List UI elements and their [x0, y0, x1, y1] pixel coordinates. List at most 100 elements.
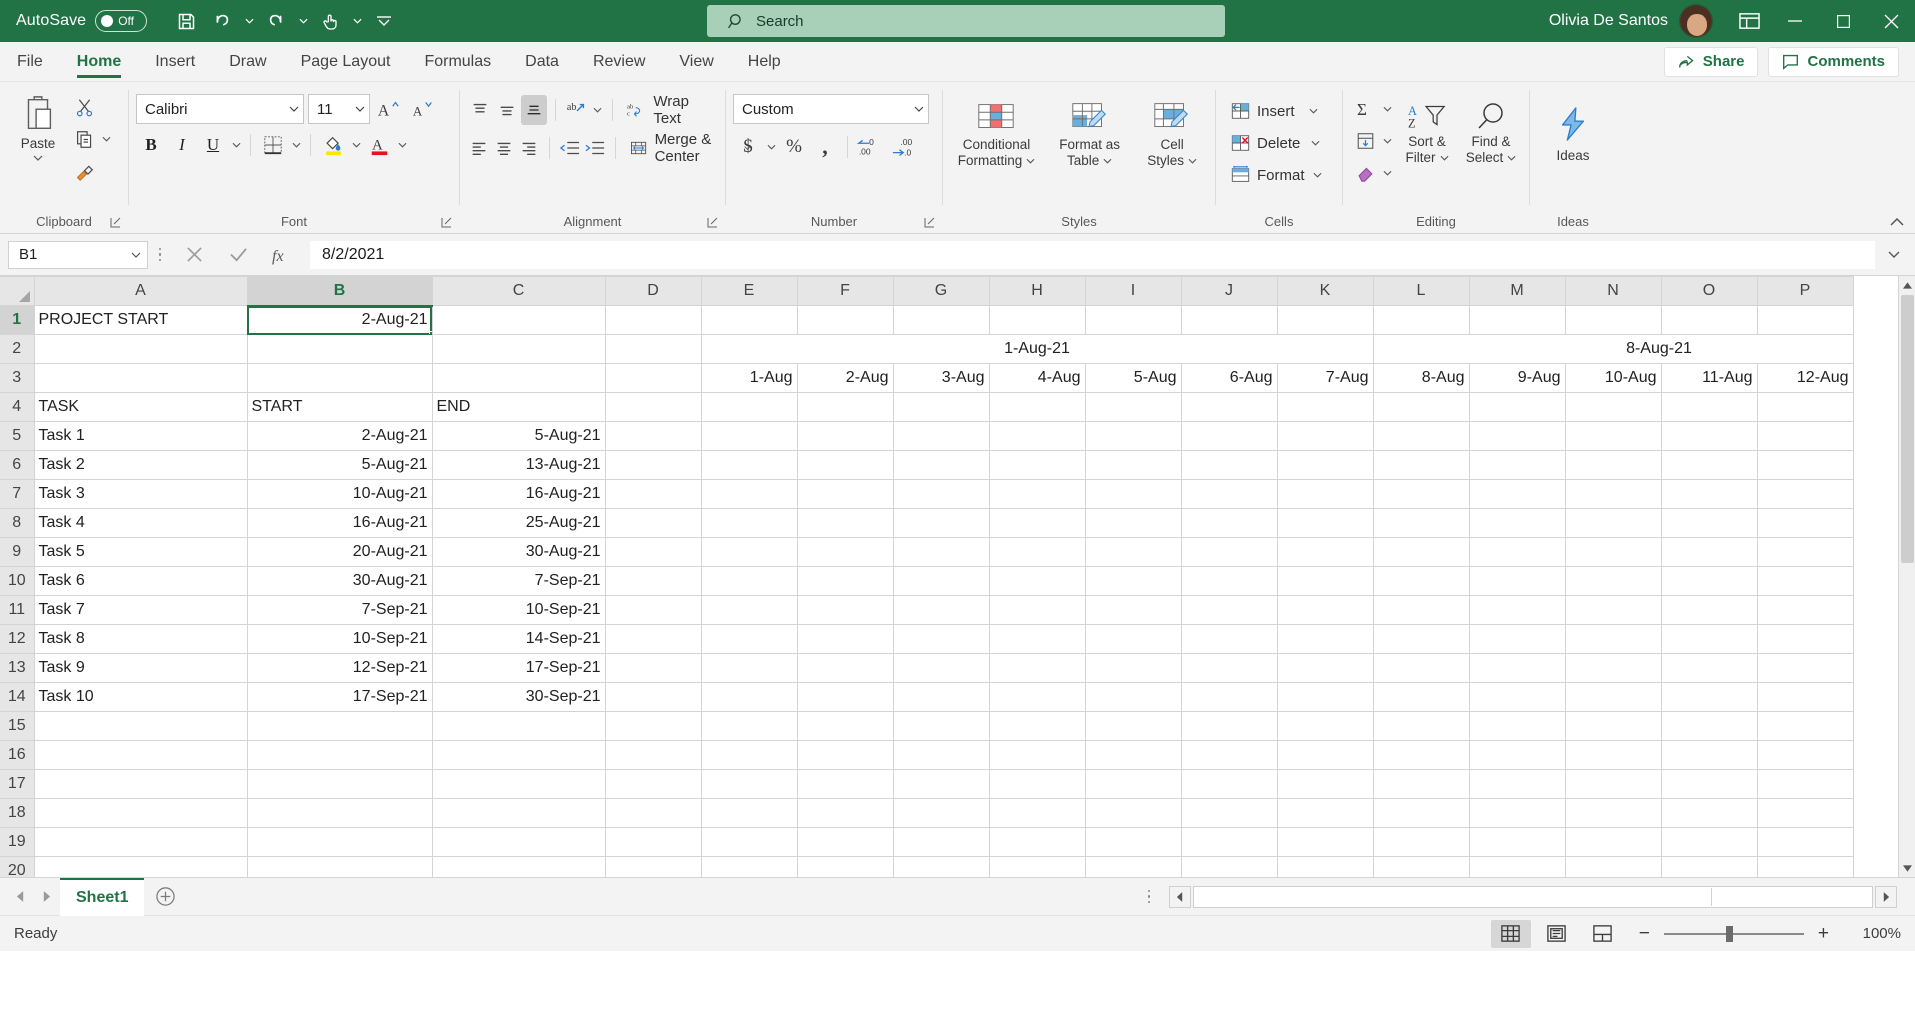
zoom-level[interactable]: 100%	[1845, 925, 1901, 942]
undo-dropdown-icon[interactable]	[241, 6, 257, 36]
select-all-corner[interactable]	[0, 276, 35, 306]
row-header-12[interactable]: 12	[0, 624, 35, 654]
cell-D12[interactable]	[605, 624, 702, 654]
cell-G4[interactable]	[893, 392, 990, 422]
cell-J17[interactable]	[1181, 769, 1278, 799]
cell-M19[interactable]	[1469, 827, 1566, 857]
avatar[interactable]	[1679, 4, 1713, 38]
cell-E3[interactable]: 1-Aug	[701, 363, 798, 393]
cell-K9[interactable]	[1277, 537, 1374, 567]
conditional-formatting-button[interactable]: Conditional Formatting	[950, 96, 1043, 169]
italic-button[interactable]: I	[167, 130, 197, 160]
cell-B2[interactable]	[247, 334, 433, 364]
cell-G15[interactable]	[893, 711, 990, 741]
cell-K18[interactable]	[1277, 798, 1374, 828]
cell-L14[interactable]	[1373, 682, 1470, 712]
cell-E18[interactable]	[701, 798, 798, 828]
cell-P1[interactable]	[1757, 305, 1854, 335]
zoom-slider[interactable]: − +	[1635, 923, 1833, 945]
cell-H9[interactable]	[989, 537, 1086, 567]
vertical-scrollbar[interactable]	[1898, 276, 1915, 877]
cell-O3[interactable]: 11-Aug	[1661, 363, 1758, 393]
fill-dropdown-icon[interactable]	[1380, 138, 1394, 144]
scroll-left-arrow-icon[interactable]	[1169, 885, 1191, 908]
row-header-13[interactable]: 13	[0, 653, 35, 683]
cell-I4[interactable]	[1085, 392, 1182, 422]
cell-B7[interactable]: 10-Aug-21	[247, 479, 433, 509]
row-header-2[interactable]: 2	[0, 334, 35, 364]
cell-N6[interactable]	[1565, 450, 1662, 480]
cell-B13[interactable]: 12-Sep-21	[247, 653, 433, 683]
cell-E17[interactable]	[701, 769, 798, 799]
cell-M13[interactable]	[1469, 653, 1566, 683]
row-header-19[interactable]: 19	[0, 827, 35, 857]
cell-K7[interactable]	[1277, 479, 1374, 509]
page-break-view-button[interactable]	[1583, 920, 1623, 948]
cell-N11[interactable]	[1565, 595, 1662, 625]
align-bottom-button[interactable]	[521, 95, 548, 125]
cell-N20[interactable]	[1565, 856, 1662, 877]
cell-G13[interactable]	[893, 653, 990, 683]
user-account[interactable]: Olivia De Santos	[1549, 4, 1713, 38]
row-header-7[interactable]: 7	[0, 479, 35, 509]
format-cells-button[interactable]: Format	[1223, 160, 1329, 190]
scroll-right-arrow-icon[interactable]	[1875, 885, 1897, 908]
cell-G8[interactable]	[893, 508, 990, 538]
cell-L13[interactable]	[1373, 653, 1470, 683]
cell-A1[interactable]: PROJECT START	[34, 305, 248, 335]
column-header-M[interactable]: M	[1469, 276, 1566, 306]
cell-M18[interactable]	[1469, 798, 1566, 828]
tab-draw[interactable]: Draw	[212, 42, 283, 81]
cell-M10[interactable]	[1469, 566, 1566, 596]
cell-P8[interactable]	[1757, 508, 1854, 538]
cell-F15[interactable]	[797, 711, 894, 741]
paste-button[interactable]: Paste	[7, 90, 69, 162]
cell-K20[interactable]	[1277, 856, 1374, 877]
cell-P18[interactable]	[1757, 798, 1854, 828]
cell-D9[interactable]	[605, 537, 702, 567]
cell-N19[interactable]	[1565, 827, 1662, 857]
currency-dropdown-icon[interactable]	[764, 144, 778, 150]
cell-E14[interactable]	[701, 682, 798, 712]
underline-dropdown-icon[interactable]	[229, 142, 243, 148]
cell-O6[interactable]	[1661, 450, 1758, 480]
cell-D1[interactable]	[605, 305, 702, 335]
cell-J1[interactable]	[1181, 305, 1278, 335]
cell-K17[interactable]	[1277, 769, 1374, 799]
undo-icon[interactable]	[205, 6, 239, 36]
column-header-H[interactable]: H	[989, 276, 1086, 306]
cell-H10[interactable]	[989, 566, 1086, 596]
cell-A17[interactable]	[34, 769, 248, 799]
clear-dropdown-icon[interactable]	[1380, 170, 1394, 176]
cell-week-header-2[interactable]: 8-Aug-21	[1373, 334, 1854, 364]
align-top-button[interactable]	[467, 95, 493, 125]
cell-A5[interactable]: Task 1	[34, 421, 248, 451]
cell-I6[interactable]	[1085, 450, 1182, 480]
collapse-ribbon-button[interactable]	[1889, 217, 1905, 227]
cell-G9[interactable]	[893, 537, 990, 567]
cell-P12[interactable]	[1757, 624, 1854, 654]
cell-B9[interactable]: 20-Aug-21	[247, 537, 433, 567]
cell-M11[interactable]	[1469, 595, 1566, 625]
comments-button[interactable]: Comments	[1768, 46, 1899, 77]
cell-L9[interactable]	[1373, 537, 1470, 567]
cell-D18[interactable]	[605, 798, 702, 828]
cell-C11[interactable]: 10-Sep-21	[432, 595, 606, 625]
delete-dropdown-icon[interactable]	[1311, 140, 1320, 146]
cell-A2[interactable]	[34, 334, 248, 364]
cell-A9[interactable]: Task 5	[34, 537, 248, 567]
cell-B18[interactable]	[247, 798, 433, 828]
cell-E1[interactable]	[701, 305, 798, 335]
cell-I18[interactable]	[1085, 798, 1182, 828]
cell-K19[interactable]	[1277, 827, 1374, 857]
row-header-4[interactable]: 4	[0, 392, 35, 422]
font-dialog-launcher[interactable]	[439, 215, 453, 229]
cell-M14[interactable]	[1469, 682, 1566, 712]
clipboard-dialog-launcher[interactable]	[108, 215, 122, 229]
cell-I1[interactable]	[1085, 305, 1182, 335]
row-header-14[interactable]: 14	[0, 682, 35, 712]
cell-P3[interactable]: 12-Aug	[1757, 363, 1854, 393]
column-header-P[interactable]: P	[1757, 276, 1854, 306]
insert-function-button[interactable]: fx	[260, 240, 304, 270]
cell-I7[interactable]	[1085, 479, 1182, 509]
